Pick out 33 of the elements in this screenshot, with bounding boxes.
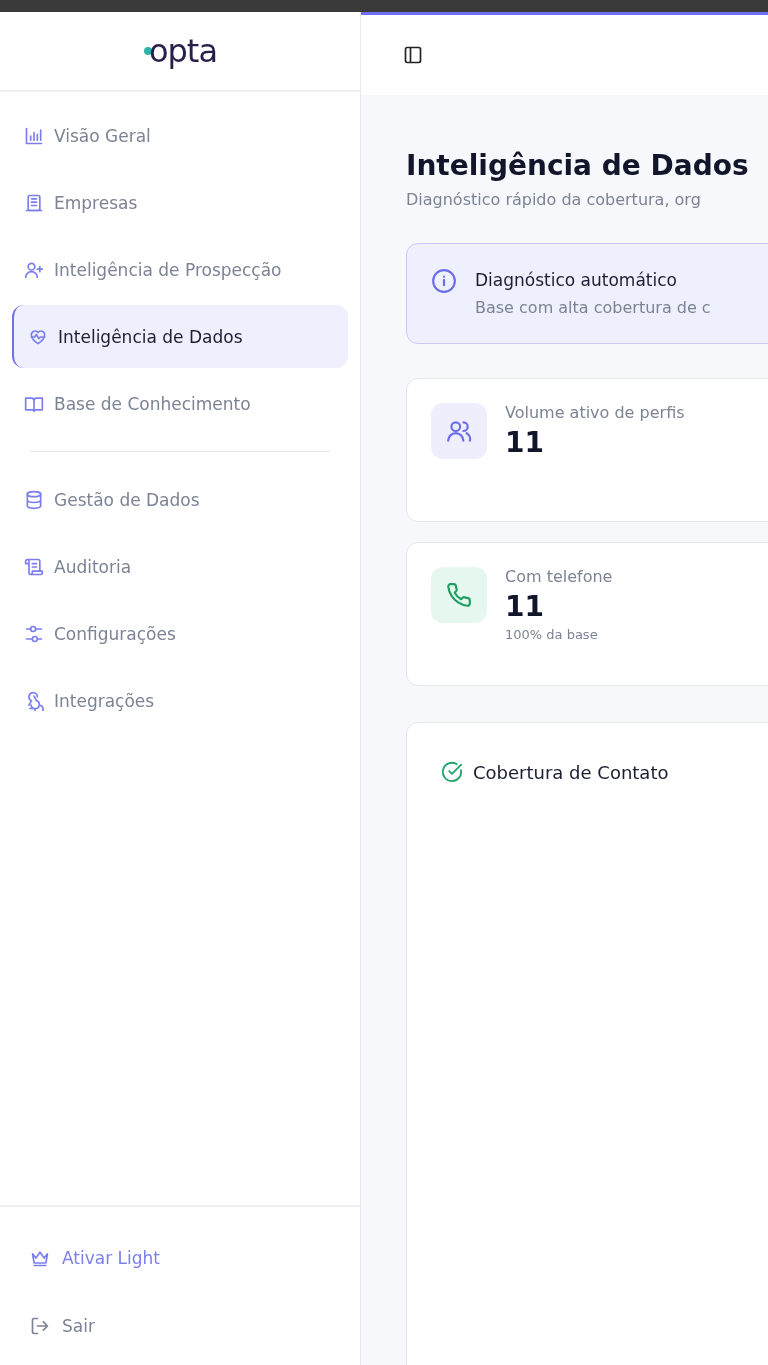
stat-value: 11 <box>505 590 545 623</box>
banner-title: Diagnóstico automático <box>475 270 678 290</box>
page-subtitle: Diagnóstico rápido da cobertura, org <box>406 190 702 209</box>
info-icon <box>431 268 457 294</box>
logout-icon <box>30 1316 50 1336</box>
nav-item[interactable]: Configurações <box>12 602 348 665</box>
database-icon <box>24 489 44 510</box>
crown-icon <box>30 1248 50 1268</box>
users-icon <box>431 403 487 459</box>
stat-label: Volume ativo de perfis <box>505 403 685 422</box>
logo: opta <box>142 32 217 70</box>
bar-chart-icon <box>24 125 44 146</box>
nav-item[interactable]: Gestão de Dados <box>12 468 348 531</box>
page-title: Inteligência de Dados <box>406 149 750 182</box>
footer-link[interactable]: Ativar Light <box>18 1227 342 1289</box>
stat-note: 100% da base <box>505 627 599 642</box>
footer-link[interactable]: Sair <box>18 1295 342 1357</box>
building-icon <box>24 192 44 213</box>
nav-item[interactable]: Auditoria <box>12 535 348 598</box>
nav-item[interactable]: Inteligência de Prospecção <box>12 238 348 301</box>
scroll-icon <box>24 556 44 577</box>
phone-icon <box>431 567 487 623</box>
nav-item[interactable]: Empresas <box>12 171 348 234</box>
section-title: Cobertura de Contato <box>473 761 669 783</box>
stat-value: 11 <box>505 426 545 459</box>
sliders-icon <box>24 623 44 644</box>
check-circle-icon <box>441 761 463 783</box>
nav-item[interactable]: Base de Conhecimento <box>12 372 348 435</box>
nav-item[interactable]: Integrações <box>12 669 348 732</box>
nav-item[interactable]: Visão Geral <box>12 104 348 167</box>
banner-text: Base com alta cobertura de c <box>475 298 711 317</box>
stat-label: Com telefone <box>505 567 613 586</box>
nav-item[interactable]: Inteligência de Dados <box>12 305 348 368</box>
